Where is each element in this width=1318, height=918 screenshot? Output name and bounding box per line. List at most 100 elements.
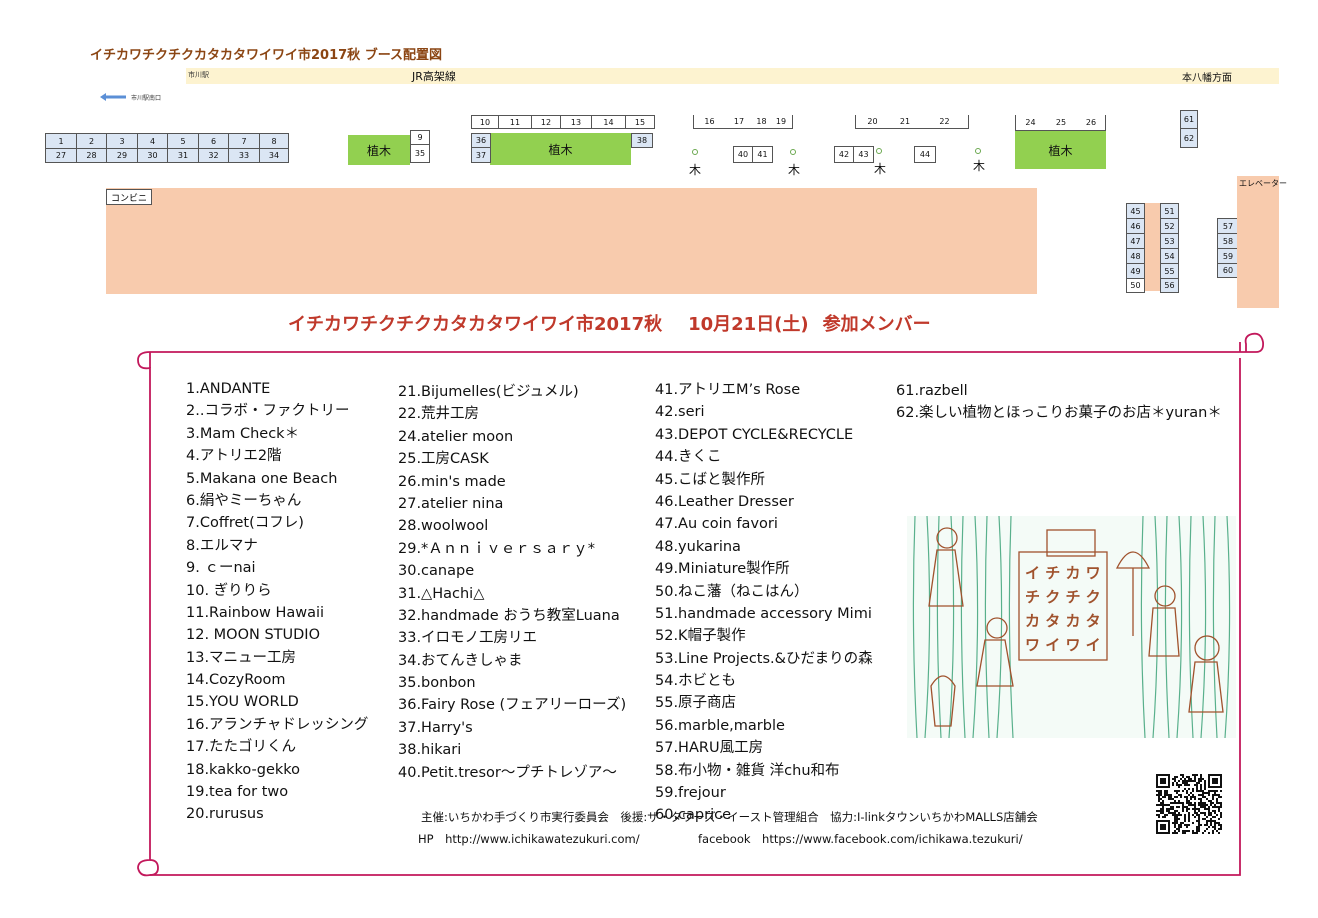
member-entry: 9. ｃーnai — [186, 560, 256, 577]
member-column-2: 21.Bijumelles(ビジュメル) 22.荒井工房 24.atelier mo… — [398, 381, 626, 784]
member-entry: 26.min's made — [398, 473, 506, 490]
plant-label: 植木 — [366, 143, 391, 158]
booth: 30 — [137, 148, 167, 163]
member-entry: 50.ねこ藩（ねこはん） — [655, 583, 809, 600]
booth: 45 — [1126, 203, 1145, 218]
member-entry: 18.kakko-gekko — [186, 761, 301, 778]
booth: 60 — [1217, 263, 1239, 278]
booth: 42 — [834, 146, 854, 163]
member-entry: 45.こばと製作所 — [655, 471, 766, 488]
booth: 50 — [1126, 278, 1145, 293]
member-entry: 3.Mam Check＊ — [186, 425, 300, 442]
booth: 38 — [631, 133, 653, 148]
booth: 48 — [1126, 248, 1145, 263]
member-entry: 49.Miniature製作所 — [655, 561, 790, 578]
member-entry: 35.bonbon — [398, 675, 476, 692]
member-entry: 24.atelier moon — [398, 428, 514, 445]
station-exit-label: 市川駅南口 — [131, 95, 162, 102]
poster-illustration: イ チ カ ワ チ ク チ ク カ タ カ タ ワ イ ワ イ — [907, 516, 1236, 738]
organizer-credit: 主催:いちかわ手づくり市実行委員会 後援:ザ・タワーズ・イースト管理組合 協力:… — [421, 810, 1038, 824]
member-entry: 54.ホビとも — [655, 673, 737, 690]
booth: 37 — [471, 148, 491, 163]
jr-rail-line — [186, 68, 1279, 84]
booth: 18 — [753, 115, 770, 129]
booth: 20 — [855, 115, 889, 129]
booth: 56 — [1160, 278, 1179, 293]
booth: 6 — [198, 133, 228, 148]
member-entry: 30.canape — [398, 563, 475, 580]
booth: 29 — [106, 148, 137, 163]
booth: 27 — [45, 148, 76, 163]
booth: 32 — [198, 148, 228, 163]
qr-code-icon — [1156, 774, 1222, 834]
booth: 8 — [259, 133, 289, 148]
booth: 47 — [1126, 233, 1145, 248]
plant-label: 植木 — [1048, 143, 1073, 158]
booth: 14 — [591, 115, 625, 129]
member-entry: 33.イロモノ工房リエ — [398, 630, 538, 647]
aisle-area — [1144, 203, 1160, 291]
member-column-4: 61.razbell 62.楽しい植物とほっこりお菓子のお店＊yuran＊ — [896, 380, 1222, 425]
elevator-label: エレベーター — [1239, 179, 1287, 188]
member-entry: 10. ぎりりら — [186, 582, 272, 599]
booth: 54 — [1160, 248, 1179, 263]
plant-area: 植木 — [1015, 131, 1106, 169]
member-entry: 53.Line Projects.&ひだまりの森 — [655, 650, 873, 667]
booth: 31 — [167, 148, 198, 163]
booth: 62 — [1180, 129, 1198, 148]
booth: 57 — [1217, 218, 1239, 233]
member-entry: 57.HARU風工房 — [655, 740, 764, 757]
booth: 1 — [45, 133, 76, 148]
member-entry: 37.Harry's — [398, 719, 473, 736]
booth: 19 — [770, 115, 793, 129]
member-entry: 51.handmade accessory Mimi — [655, 605, 872, 622]
member-entry: 14.CozyRoom — [186, 672, 286, 689]
member-entry: 17.たたゴリくん — [186, 739, 297, 756]
member-entry: 43.DEPOT CYCLE&RECYCLE — [655, 426, 854, 443]
tree-icon — [790, 149, 796, 155]
booth: 35 — [410, 145, 430, 163]
booth: 61 — [1180, 110, 1198, 129]
svg-text:カ タ カ タ: カ タ カ タ — [1025, 612, 1101, 630]
booth: 24 — [1015, 115, 1045, 131]
member-entry: 21.Bijumelles(ビジュメル) — [398, 384, 579, 400]
left-arrow-icon — [100, 93, 126, 101]
booth: 3 — [106, 133, 137, 148]
tree-label: 木 — [788, 163, 801, 177]
member-entry: 11.Rainbow Hawaii — [186, 604, 325, 621]
booth: 59 — [1217, 248, 1239, 263]
booth: 46 — [1126, 218, 1145, 233]
member-entry: 5.Makana one Beach — [186, 470, 338, 487]
member-entry: 8.エルマナ — [186, 537, 258, 554]
booth: 36 — [471, 133, 491, 148]
member-entry: 58.布小物・雑貨 洋chu和布 — [655, 762, 840, 779]
homepage-url[interactable]: HP http://www.ichikawatezukuri.com/ — [418, 831, 640, 847]
member-entry: 55.原子商店 — [655, 695, 737, 712]
member-entry: 56.marble,marble — [655, 717, 785, 734]
member-entry: 7.Coffret(コフレ) — [186, 515, 304, 532]
svg-text:チ ク チ ク: チ ク チ ク — [1025, 588, 1101, 606]
tree-icon — [876, 148, 882, 154]
member-entry: 46.Leather Dresser — [655, 493, 794, 510]
member-entry: 29.*Ａｎｎｉｖｅｒｓａｒｙ* — [398, 540, 596, 557]
elevator-area — [1237, 176, 1279, 308]
member-column-3: 41.アトリエM’s Rose 42.seri 43.DEPOT CYCLE&REC… — [655, 379, 873, 827]
member-entry: 15.YOU WORLD — [186, 694, 299, 711]
member-entry: 38.hikari — [398, 742, 462, 759]
rail-label: JR高架線 — [412, 70, 456, 83]
booth: 58 — [1217, 233, 1239, 248]
tree-label: 木 — [689, 163, 702, 177]
rail-right-label: 本八幡方面 — [1182, 73, 1232, 84]
member-column-1: 1.ANDANTE 2..コラボ・ファクトリー 3.Mam Check＊ 4.アトリエ… — [186, 378, 368, 826]
facebook-url[interactable]: facebook https://www.facebook.com/ichika… — [698, 831, 1023, 847]
plant-area: 植木 — [348, 135, 410, 165]
member-entry: 52.K帽子製作 — [655, 628, 746, 645]
member-entry: 4.アトリエ2階 — [186, 448, 282, 465]
booth: 22 — [921, 115, 969, 129]
booth: 41 — [753, 146, 773, 163]
booth: 51 — [1160, 203, 1179, 218]
member-entry: 22.荒井工房 — [398, 406, 480, 423]
member-entry: 48.yukarina — [655, 538, 741, 555]
member-entry: 44.きくこ — [655, 449, 722, 466]
booth: 2 — [76, 133, 106, 148]
